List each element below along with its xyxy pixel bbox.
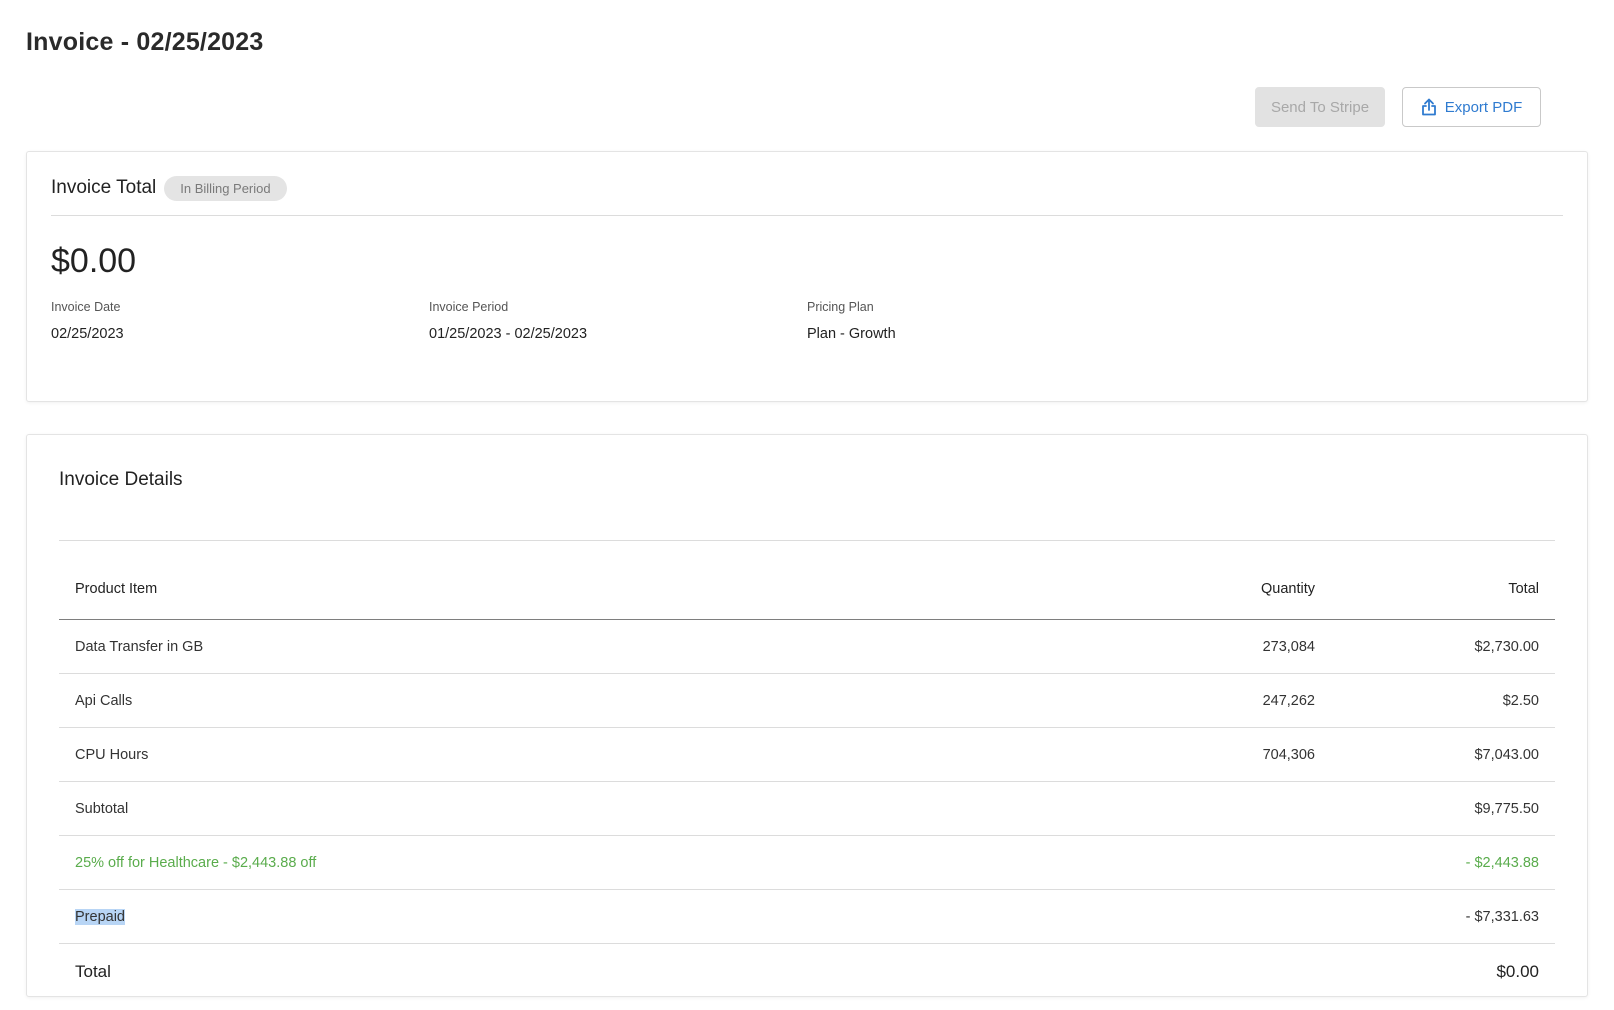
table-header: Product Item Quantity Total: [59, 541, 1555, 620]
pricing-plan-value: Plan - Growth: [807, 326, 896, 342]
total-value: $0.00: [1496, 962, 1539, 981]
invoice-amount: $0.00: [51, 242, 137, 280]
row-total: $7,043.00: [1474, 746, 1539, 763]
prepaid-cell: Prepaid: [59, 908, 1115, 925]
invoice-table: Product Item Quantity Total Data Transfe…: [59, 541, 1555, 1000]
prepaid-row: Prepaid - $7,331.63: [59, 890, 1555, 944]
table-row: CPU Hours 704,306 $7,043.00: [59, 728, 1555, 782]
discount-value: - $2,443.88: [1465, 854, 1539, 871]
invoice-period-value: 01/25/2023 - 02/25/2023: [429, 326, 588, 342]
column-header-quantity: Quantity: [1261, 581, 1315, 597]
discount-label: 25% off for Healthcare - $2,443.88 off: [75, 854, 317, 871]
toolbar: Send To Stripe Export PDF: [1255, 87, 1541, 127]
row-total: $2,730.00: [1474, 638, 1539, 655]
export-pdf-button[interactable]: Export PDF: [1402, 87, 1541, 127]
invoice-period-label: Invoice Period: [429, 300, 509, 314]
row-total: $2.50: [1502, 692, 1539, 709]
row-item: CPU Hours: [75, 746, 149, 763]
row-item: Data Transfer in GB: [75, 638, 204, 655]
invoice-details-heading: Invoice Details: [59, 469, 183, 490]
subtotal-value: $9,775.50: [1474, 800, 1539, 817]
prepaid-value: - $7,331.63: [1465, 908, 1539, 925]
send-to-stripe-button[interactable]: Send To Stripe: [1255, 87, 1385, 127]
row-quantity: 247,262: [1262, 692, 1315, 709]
status-badge: In Billing Period: [164, 176, 287, 201]
invoice-date-value: 02/25/2023: [51, 326, 124, 342]
invoice-total-card: Invoice Total In Billing Period $0.00 In…: [26, 151, 1588, 402]
total-label: Total: [75, 962, 111, 981]
table-row: Data Transfer in GB 273,084 $2,730.00: [59, 620, 1555, 674]
invoice-total-heading: Invoice Total: [51, 177, 157, 198]
table-row: Api Calls 247,262 $2.50: [59, 674, 1555, 728]
export-pdf-label: Export PDF: [1444, 98, 1523, 116]
pricing-plan-field: Pricing Plan Plan - Growth: [807, 300, 896, 342]
discount-row: 25% off for Healthcare - $2,443.88 off -…: [59, 836, 1555, 890]
subtotal-label: Subtotal: [75, 800, 129, 817]
total-row: Total $0.00: [59, 944, 1555, 1000]
invoice-details-card: Invoice Details Product Item Quantity To…: [26, 434, 1588, 997]
row-quantity: 273,084: [1262, 638, 1315, 655]
column-header-item: Product Item: [75, 581, 158, 597]
invoice-date-label: Invoice Date: [51, 300, 121, 314]
row-quantity: 704,306: [1262, 746, 1315, 763]
prepaid-label: Prepaid: [75, 908, 125, 925]
invoice-total-header: Invoice Total In Billing Period: [51, 174, 1563, 216]
upload-icon: [1421, 98, 1437, 116]
invoice-details-title: Invoice Details: [59, 469, 1555, 541]
page-title: Invoice - 02/25/2023: [26, 28, 264, 56]
invoice-date-field: Invoice Date 02/25/2023: [51, 300, 124, 342]
pricing-plan-label: Pricing Plan: [807, 300, 874, 314]
invoice-period-field: Invoice Period 01/25/2023 - 02/25/2023: [429, 300, 587, 342]
row-item: Api Calls: [75, 692, 133, 709]
subtotal-row: Subtotal $9,775.50: [59, 782, 1555, 836]
column-header-total: Total: [1508, 581, 1539, 597]
